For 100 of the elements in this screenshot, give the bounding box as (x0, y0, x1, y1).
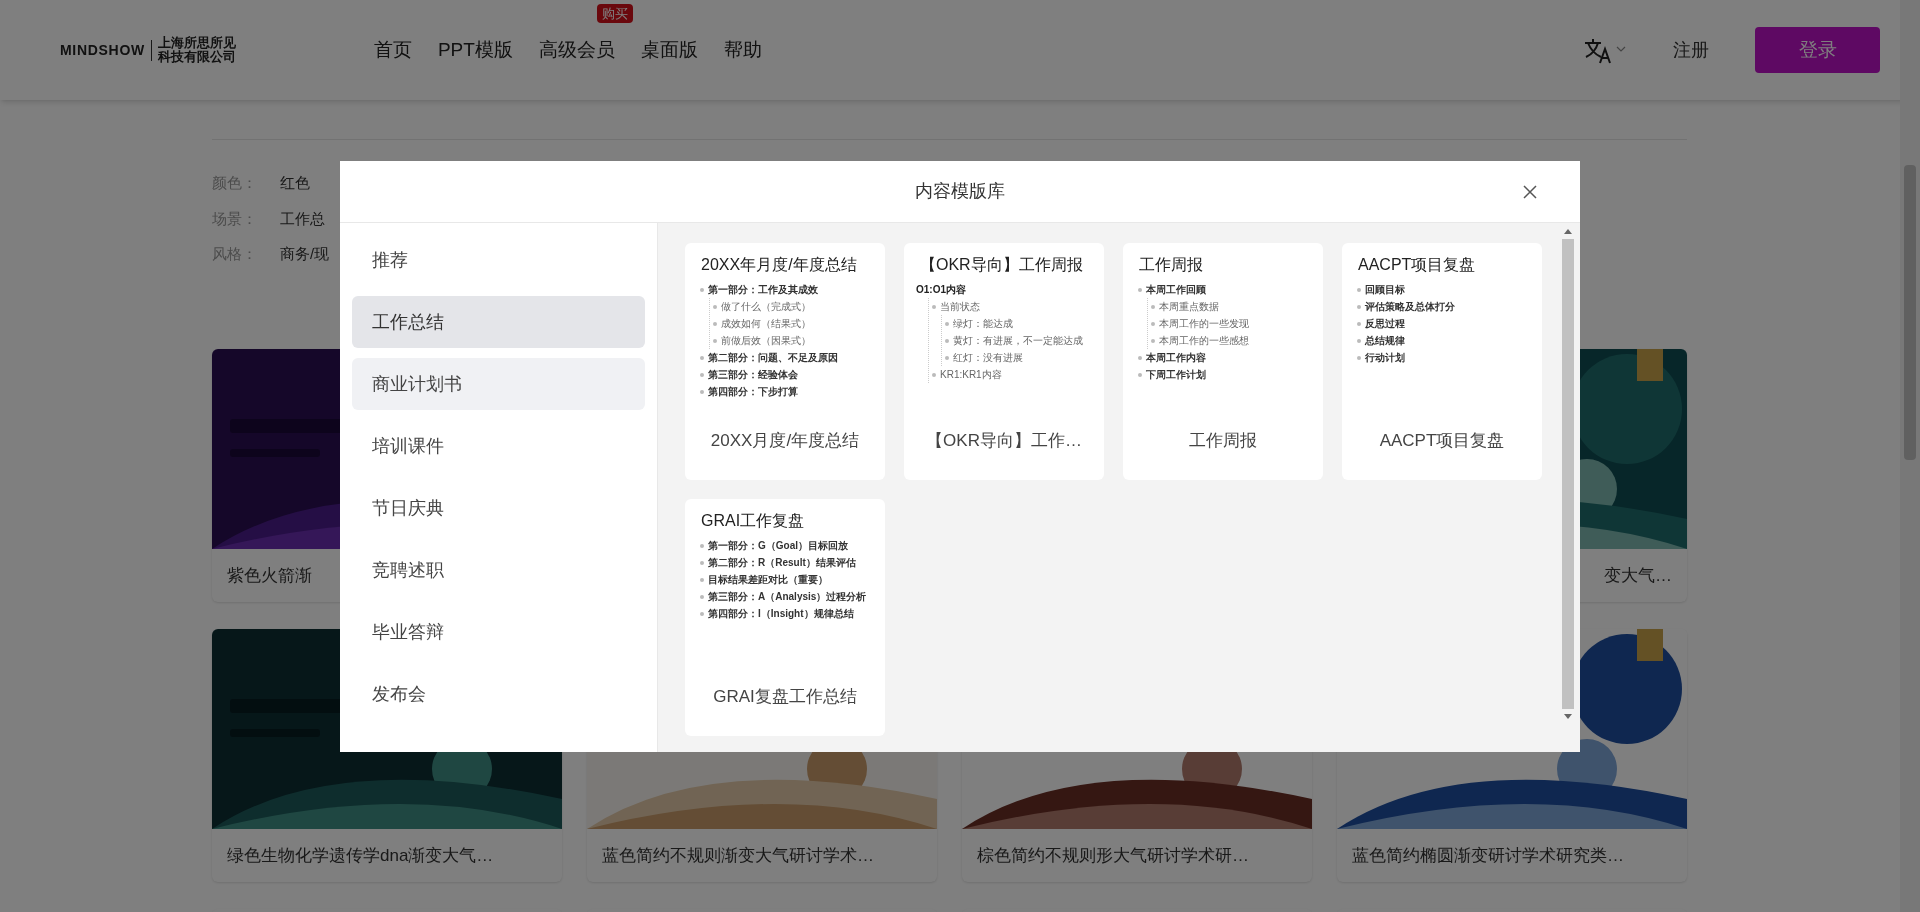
preview-title: 【OKR导向】工作周报 (919, 255, 1084, 275)
register-link[interactable]: 注册 (1673, 36, 1709, 64)
outline-item: 反思过程 (1365, 318, 1405, 329)
nav-link[interactable]: 高级会员 (538, 38, 615, 60)
category-item[interactable]: 节日庆典 (352, 482, 645, 534)
outline-item: 第四部分：I（Insight）规律总结 (708, 608, 854, 619)
bullet-icon (945, 338, 949, 343)
outline-item: O1:O1内容 (916, 284, 966, 295)
outline-item: 第四部分：下步打算 (708, 386, 798, 397)
outline-item: 第三部分：经验体会 (708, 369, 798, 380)
bullet-icon (700, 543, 704, 548)
template-card[interactable]: GRAI工作复盘 第一部分：G（Goal）目标回放 第二部分：R（Result）结果评估 目标结果差距对比（重要） 第三部分：A（Analysis）过程分析 第四部分：I（Insight）规律总结 GRAI复盘工作总结 (685, 499, 885, 736)
outline-item: 总结规律 (1365, 335, 1405, 346)
card-title: 变大气… (1604, 564, 1672, 587)
bullet-icon (1357, 355, 1361, 360)
bullet-icon (700, 560, 704, 565)
bullet-icon (700, 577, 704, 582)
outline-item: 本周工作的一些发现 (1159, 318, 1249, 329)
template-caption: 工作周报 (1189, 430, 1257, 452)
bullet-icon (700, 372, 704, 377)
outline-item: 目标结果差距对比（重要） (708, 574, 828, 585)
outline-item: 第一部分：工作及其成效 (708, 284, 818, 295)
bullet-icon (932, 304, 936, 309)
card-title: 棕色简约不规则形大气研讨学术研… (977, 844, 1249, 867)
filter-value[interactable]: 工作总 (280, 207, 325, 230)
card-title: 紫色火箭渐 (227, 564, 312, 587)
bullet-icon (700, 611, 704, 616)
company-name: 上海所思所见 (157, 36, 236, 50)
preview-title: AACPT项目复盘 (1357, 255, 1477, 275)
bullet-icon (700, 594, 704, 599)
template-card[interactable]: 20XX年月度/年度总结 第一部分：工作及其成效 做了什么（完成式） 成效如何（结果式） 前做后效（因果式） 第二部分：问题、不足及原因 第三部分：经验体会 第四部分：下步打算 20XX月度/年度总结 (685, 243, 885, 480)
bullet-icon (1138, 355, 1142, 360)
outline-item: 黄灯：有进展，不一定能达成 (953, 335, 1083, 346)
preview-title: GRAI工作复盘 (700, 511, 806, 531)
outline-item: 第三部分：A（Analysis）过程分析 (708, 591, 867, 602)
preview-title: 20XX年月度/年度总结 (700, 255, 858, 275)
bullet-icon (1357, 304, 1361, 309)
outline-item: 第一部分：G（Goal）目标回放 (708, 540, 848, 551)
filter-value[interactable]: 红色 (280, 172, 310, 195)
bullet-icon (1151, 338, 1155, 343)
bullet-icon (1138, 287, 1142, 292)
login-button[interactable]: 登录 (1755, 27, 1880, 73)
card-title: 绿色生物化学遗传学dna渐变大气… (227, 844, 494, 867)
nav-link[interactable]: 帮助 (723, 38, 762, 60)
outline-item: 本周工作内容 (1146, 352, 1206, 363)
bullet-icon (1357, 287, 1361, 292)
outline-item: KR1:KR1内容 (940, 369, 1002, 380)
template-card[interactable]: 【OKR导向】工作周报 O1:O1内容 当前状态 绿灯：能达成 黄灯：有进展，不一定能达成 红灯：没有进展 KR1:KR1内容 【OKR导向】工作… (904, 243, 1104, 480)
outline-item: 前做后效（因果式） (721, 335, 811, 346)
template-caption: 【OKR导向】工作… (926, 430, 1082, 452)
bullet-icon (700, 287, 704, 292)
template-caption: AACPT项目复盘 (1379, 430, 1505, 452)
category-item[interactable]: 商业计划书 (352, 358, 645, 410)
category-item[interactable]: 竞聘述职 (352, 544, 645, 596)
bullet-icon (932, 372, 936, 377)
dialog-title: 内容模版库 (915, 180, 1005, 203)
category-item[interactable]: 工作总结 (352, 296, 645, 348)
outline-item: 绿灯：能达成 (953, 318, 1013, 329)
template-caption: GRAI复盘工作总结 (713, 686, 857, 708)
bullet-icon (700, 389, 704, 394)
outline-item: 评估策略及总体打分 (1365, 301, 1455, 312)
outline-item: 下周工作计划 (1146, 369, 1206, 380)
filter-value[interactable]: 商务/现 (280, 243, 330, 266)
template-caption: 20XX月度/年度总结 (710, 430, 860, 452)
card-title: 蓝色简约不规则渐变大气研讨学术… (602, 844, 874, 867)
bullet-icon (945, 355, 949, 360)
bullet-icon (1357, 321, 1361, 326)
bullet-icon (945, 321, 949, 326)
outline-item: 第二部分：问题、不足及原因 (708, 352, 838, 363)
bullet-icon (1151, 304, 1155, 309)
outline-item: 本周工作的一些感想 (1159, 335, 1249, 346)
bullet-icon (1357, 338, 1361, 343)
bullet-icon (1138, 372, 1142, 377)
outline-item: 成效如何（结果式） (721, 318, 811, 329)
outline-item: 回顾目标 (1365, 284, 1405, 295)
bullet-icon (713, 338, 717, 343)
template-card[interactable]: 工作周报 本周工作回顾 本周重点数据 本周工作的一些发现 本周工作的一些感想 本周工作内容 下周工作计划 工作周报 (1123, 243, 1323, 480)
outline-item: 本周重点数据 (1159, 301, 1219, 312)
outline-item: 当前状态 (940, 301, 980, 312)
outline-item: 第二部分：R（Result）结果评估 (708, 557, 856, 568)
close-icon[interactable] (1522, 184, 1538, 200)
category-item[interactable]: 培训课件 (352, 420, 645, 472)
bullet-icon (713, 304, 717, 309)
preview-title: 工作周报 (1138, 255, 1204, 275)
page-scrollbar[interactable] (1900, 0, 1920, 912)
outline-item: 红灯：没有进展 (953, 352, 1023, 363)
card-title: 蓝色简约椭圆渐变研讨学术研究类… (1352, 844, 1624, 867)
nav-link[interactable]: PPT模版 (437, 38, 513, 60)
nav-link[interactable]: 桌面版 (640, 38, 698, 60)
template-card[interactable]: AACPT项目复盘 回顾目标 评估策略及总体打分 反思过程 总结规律 行动计划 AACPT项目复盘 (1342, 243, 1542, 480)
outline-item: 行动计划 (1365, 352, 1405, 363)
nav-link[interactable]: 首页 (373, 38, 412, 60)
outline-item: 做了什么（完成式） (721, 301, 811, 312)
company-name: 科技有限公司 (157, 50, 236, 64)
category-item[interactable]: 推荐 (352, 234, 645, 286)
bullet-icon (700, 355, 704, 360)
bullet-icon (713, 321, 717, 326)
brand-logo: MINDSHOW (60, 39, 152, 61)
outline-item: 本周工作回顾 (1146, 284, 1206, 295)
nav-badge: 购买 (596, 3, 633, 24)
